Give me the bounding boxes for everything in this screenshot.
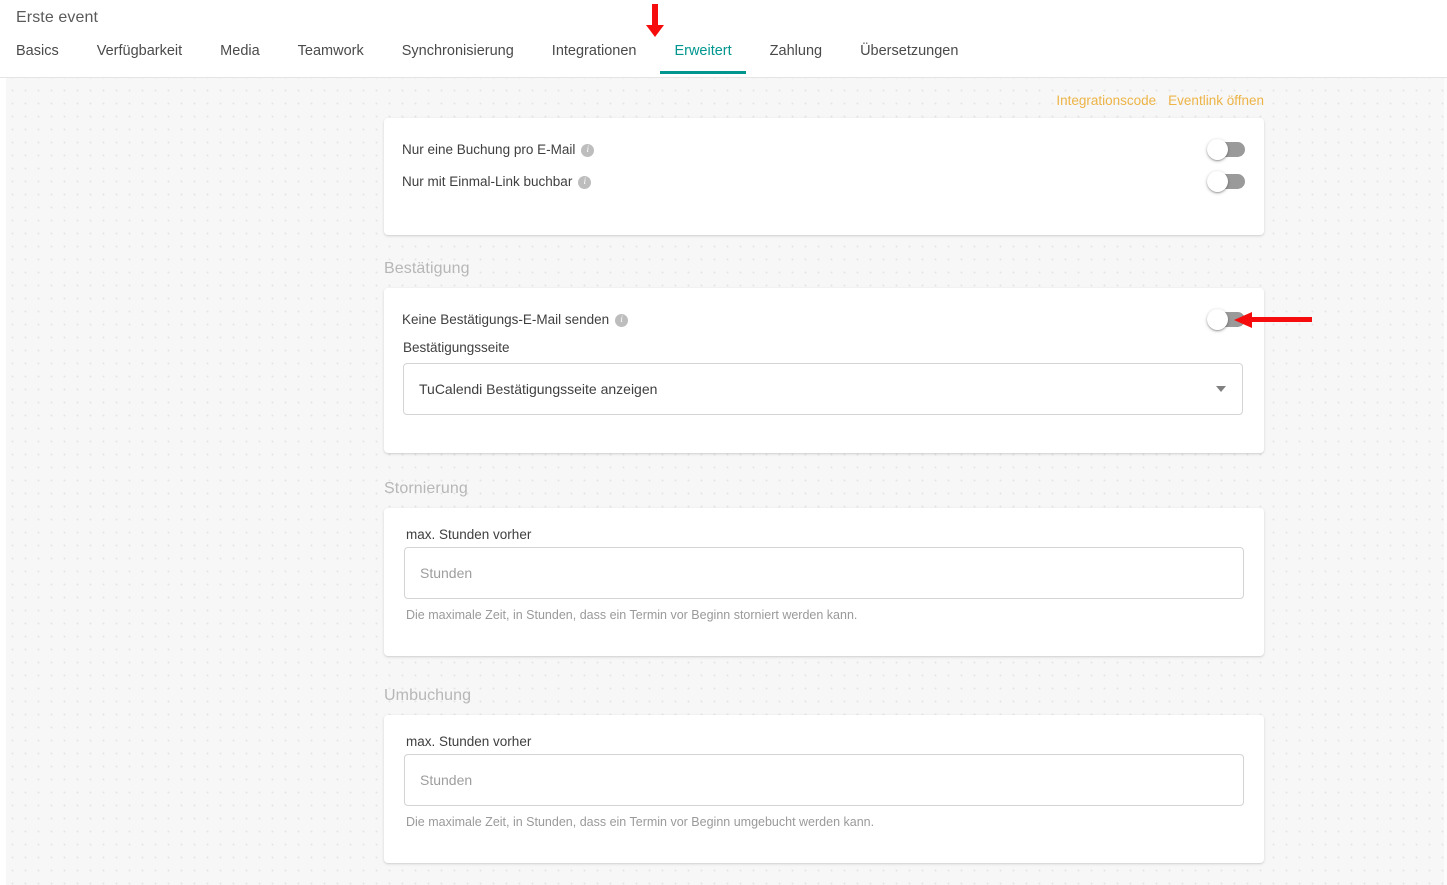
section-title-confirmation: Bestätigung [384, 260, 470, 277]
rebooking-hours-input[interactable] [404, 754, 1244, 806]
option-text-no-confirmation-email: Keine Bestätigungs-E-Mail senden [402, 312, 610, 327]
option-row-one-booking-per-email: Nur eine Buchung pro E-Mail i [402, 139, 1246, 160]
tab-uebersetzungen[interactable]: Übersetzungen [860, 41, 958, 74]
section-title-rebooking: Umbuchung [384, 687, 472, 704]
option-label-no-confirmation-email: Keine Bestätigungs-E-Mail senden i [402, 312, 629, 327]
app-header: Erste event Basics Verfügbarkeit Media T… [0, 0, 1447, 78]
tab-teamwork[interactable]: Teamwork [298, 41, 364, 74]
booking-options-card: Nur eine Buchung pro E-Mail i Nur mit Ei… [384, 118, 1264, 235]
info-icon[interactable]: i [615, 314, 629, 327]
option-row-no-confirmation-email: Keine Bestätigungs-E-Mail senden i [402, 309, 1246, 330]
option-text-one-booking-per-email: Nur eine Buchung pro E-Mail [402, 142, 576, 157]
info-icon[interactable]: i [581, 144, 595, 157]
tab-erweitert[interactable]: Erweitert [660, 41, 746, 74]
rebooking-section: Umbuchung max. Stunden vorher Die maxima… [384, 687, 1264, 863]
toggle-one-time-link[interactable] [1207, 171, 1245, 192]
option-row-one-time-link: Nur mit Einmal-Link buchbar i [402, 171, 1246, 192]
tab-synchronisierung[interactable]: Synchronisierung [402, 41, 514, 74]
tab-verfuegbarkeit[interactable]: Verfügbarkeit [97, 41, 182, 74]
section-title-cancellation: Stornierung [384, 480, 468, 497]
cancellation-hours-input[interactable] [404, 547, 1244, 599]
confirmation-section: Bestätigung Keine Bestätigungs-E-Mail se… [384, 260, 1264, 453]
help-text-cancellation: Die maximale Zeit, in Stunden, dass ein … [406, 608, 858, 622]
confirmation-page-select[interactable]: TuCalendi Bestätigungsseite anzeigen [403, 363, 1243, 415]
toggle-knob [1207, 309, 1228, 330]
label-cancellation-max-hours: max. Stunden vorher [406, 527, 532, 542]
tab-zahlung[interactable]: Zahlung [770, 41, 822, 74]
confirmation-card: Keine Bestätigungs-E-Mail senden i Bestä… [384, 288, 1264, 453]
eventlink-oeffnen-link[interactable]: Eventlink öffnen [1168, 93, 1264, 108]
tab-basics[interactable]: Basics [16, 41, 59, 74]
toggle-no-confirmation-email[interactable] [1207, 309, 1245, 330]
rebooking-card: max. Stunden vorher Die maximale Zeit, i… [384, 715, 1264, 863]
tab-media[interactable]: Media [220, 41, 260, 74]
confirmation-page-select-value: TuCalendi Bestätigungsseite anzeigen [419, 381, 658, 397]
cancellation-section: Stornierung max. Stunden vorher Die maxi… [384, 480, 1264, 656]
toggle-knob [1207, 171, 1228, 192]
option-label-one-booking-per-email: Nur eine Buchung pro E-Mail i [402, 142, 595, 157]
label-confirmation-page: Bestätigungsseite [403, 340, 510, 355]
integrationscode-link[interactable]: Integrationscode [1056, 93, 1156, 108]
option-text-one-time-link: Nur mit Einmal-Link buchbar [402, 174, 573, 189]
tab-bar: Basics Verfügbarkeit Media Teamwork Sync… [0, 41, 958, 78]
option-label-one-time-link: Nur mit Einmal-Link buchbar i [402, 174, 592, 189]
info-icon[interactable]: i [578, 176, 592, 189]
chevron-down-icon [1216, 386, 1226, 392]
page-title: Erste event [16, 9, 99, 26]
top-links: Integrationscode Eventlink öffnen [386, 78, 1306, 122]
label-rebooking-max-hours: max. Stunden vorher [406, 734, 532, 749]
toggle-one-booking-per-email[interactable] [1207, 139, 1245, 160]
tab-integrationen[interactable]: Integrationen [552, 41, 637, 74]
help-text-rebooking: Die maximale Zeit, in Stunden, dass ein … [406, 815, 875, 829]
left-gutter [0, 78, 6, 885]
toggle-knob [1207, 139, 1228, 160]
cancellation-card: max. Stunden vorher Die maximale Zeit, i… [384, 508, 1264, 656]
